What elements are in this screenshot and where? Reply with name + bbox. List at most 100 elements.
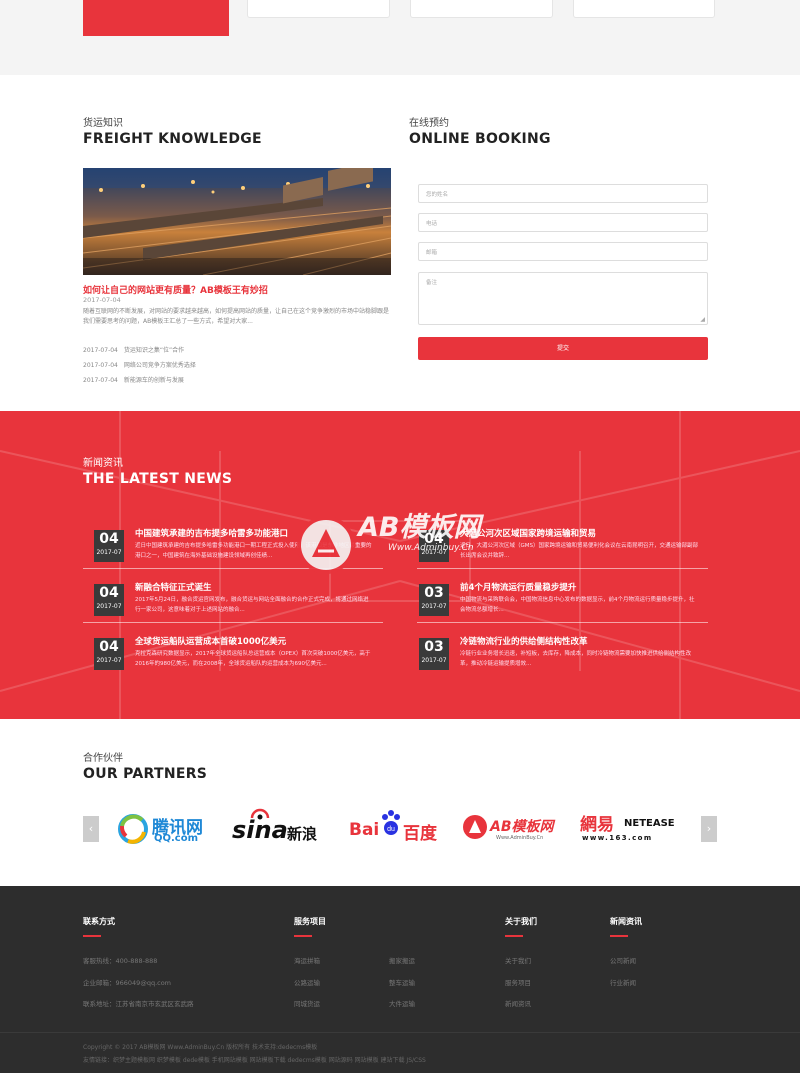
svg-text:du: du	[387, 826, 395, 833]
date-day: 03	[424, 639, 444, 655]
tencent-swirl-icon	[118, 814, 148, 844]
list-item-title[interactable]: 新能源车的创新与发展	[124, 377, 184, 384]
chevron-right-icon: ›	[706, 822, 712, 835]
red-feature-block[interactable]	[83, 0, 229, 36]
abmoban-name: AB模板网	[490, 819, 554, 835]
list-item[interactable]: 2017-07-04 新能源车的创新与发展	[83, 375, 391, 390]
chevron-left-icon: ‹	[88, 822, 94, 835]
copyright-text: Copyright © 2017 AB模板网 Www.AdminBuy.Cn 版…	[83, 1044, 318, 1051]
news-item[interactable]: 03 2017-07 前4个月物流运行质量稳步提升 中国物流与采购联合会，中国物流…	[408, 578, 698, 622]
footer-link[interactable]: 同城货运	[294, 998, 320, 1008]
date-badge: 04 2017-07	[94, 584, 124, 616]
footer-services-title: 服务项目	[294, 917, 326, 926]
name-input[interactable]: 您的姓名	[418, 184, 708, 203]
featured-article-title[interactable]: 如何让自己的网站更有质量？AB模板王有妙招	[83, 283, 268, 296]
feature-card[interactable]	[247, 0, 390, 18]
footer-hotline: 客服热线：400-888-888	[83, 957, 158, 965]
footer-link[interactable]: 整车运输	[389, 977, 415, 987]
list-item-date: 2017-07-04	[83, 347, 118, 354]
footer-email: 企业邮箱：966049@qq.com	[83, 979, 172, 987]
freight-train-photo[interactable]	[83, 168, 391, 275]
partner-logo-baidu[interactable]: Bai du 百度	[349, 808, 444, 848]
footer-link[interactable]: 大件运输	[389, 998, 415, 1008]
date-month: 2017-07	[96, 549, 122, 556]
footer-underline	[610, 935, 628, 937]
netease-domain: www.163.com	[582, 834, 653, 842]
watermark-emblem-icon	[297, 516, 355, 574]
news-title[interactable]: 中国建筑承建的吉布提多哈雷多功能港口	[135, 527, 288, 539]
list-item-title[interactable]: 网络公司竞争方案优秀选择	[124, 362, 196, 369]
list-item-title[interactable]: 货运知识之集“位”合作	[124, 347, 184, 354]
friendly-links[interactable]: 友情链接：织梦主题模板网 织梦模板 dede模板 手机网站模板 网站模板下载 d…	[83, 1055, 426, 1064]
carousel-next-button[interactable]: ›	[701, 816, 717, 842]
date-day: 03	[424, 585, 444, 601]
top-banner-strip	[0, 0, 800, 75]
footer-about-title: 关于我们	[505, 917, 537, 926]
note-textarea[interactable]: 备注 ◢	[418, 272, 708, 325]
news-item[interactable]: 04 2017-07 全球货运船队运营成本首破1000亿美元 克拉克森研究数据显示…	[83, 632, 373, 676]
email-input[interactable]: 邮箱	[418, 242, 708, 261]
news-title[interactable]: 冷链物流行业的供给侧结构性改革	[460, 635, 588, 647]
booking-heading-en: ONLINE BOOKING	[409, 131, 551, 147]
news-summary: 克拉克森研究数据显示，2017年全球货运船队总运营成本（OPEX）首次突破100…	[135, 651, 371, 667]
list-item-date: 2017-07-04	[83, 362, 118, 369]
partner-logo-netease[interactable]: 網易 NETEASE www.163.com	[580, 808, 680, 848]
netease-cn: 網易	[580, 815, 614, 835]
news-summary: 2017年5月24日，融合货运官网发布，融合货运与网站全面融合的合作正式完成，将…	[135, 597, 369, 613]
footer-link[interactable]: 海运拼箱	[294, 955, 320, 965]
news-heading-cn: 新闻资讯	[83, 458, 123, 469]
news-title[interactable]: 全球货运船队运营成本首破1000亿美元	[135, 635, 286, 647]
footer-link[interactable]: 服务项目	[505, 977, 531, 987]
footer-link[interactable]: 搬家搬运	[389, 955, 415, 965]
knowledge-heading-en: FREIGHT KNOWLEDGE	[83, 131, 262, 147]
date-month: 2017-07	[421, 603, 447, 610]
sina-name: sina	[232, 816, 288, 844]
partner-logo-abmoban[interactable]: AB模板网 Www.AdminBuy.Cn	[462, 808, 562, 848]
watermark-text: AB模板网	[358, 512, 481, 543]
news-summary: 中国物流与采购联合会，中国物流信息中心发布的数据显示，前4个月物流运行质量稳步提…	[460, 597, 695, 613]
netease-en: NETEASE	[624, 818, 675, 829]
featured-article-date: 2017-07-04	[83, 296, 121, 304]
footer-link[interactable]: 关于我们	[505, 955, 531, 965]
list-item[interactable]: 2017-07-04 货运知识之集“位”合作	[83, 345, 391, 360]
baidu-name: Bai	[349, 820, 380, 840]
partner-logo-sina[interactable]: sina 新浪	[232, 808, 327, 848]
news-title[interactable]: 前4个月物流运行质量稳步提升	[460, 581, 576, 593]
date-badge: 04 2017-07	[94, 638, 124, 670]
watermark-logo: AB模板网 Www.Adminbuy.Cn	[296, 497, 526, 577]
footer-link[interactable]: 行业新闻	[610, 977, 636, 987]
date-day: 04	[99, 585, 119, 601]
date-badge: 04 2017-07	[94, 530, 124, 562]
footer-link[interactable]: 公路运输	[294, 977, 320, 987]
news-title[interactable]: 新融合特征正式诞生	[135, 581, 212, 593]
featured-article-summary: 随着互联网的不断发展，对网站的要求越来越高，如何提高网站的质量，让自己在这个竞争…	[83, 308, 390, 325]
watermark-url: Www.Adminbuy.Cn	[388, 543, 474, 553]
date-month: 2017-07	[96, 603, 122, 610]
footer-link[interactable]: 新闻资讯	[505, 998, 531, 1008]
knowledge-heading-cn: 货运知识	[83, 118, 123, 129]
date-badge: 03 2017-07	[419, 638, 449, 670]
phone-input[interactable]: 电话	[418, 213, 708, 232]
list-item[interactable]: 2017-07-04 网络公司竞争方案优秀选择	[83, 360, 391, 375]
partner-logo-tencent[interactable]: 腾讯网 QQ.com	[116, 808, 211, 848]
partners-heading-en: OUR PARTNERS	[83, 766, 208, 782]
news-item[interactable]: 04 2017-07 新融合特征正式诞生 2017年5月24日，融合货运官网发布，…	[83, 578, 373, 622]
feature-card[interactable]	[573, 0, 715, 18]
baidu-paw-icon: du	[382, 810, 400, 835]
news-item[interactable]: 03 2017-07 冷链物流行业的供给侧结构性改革 冷链行业业务增长迅速，补短板…	[408, 632, 698, 676]
date-day: 04	[99, 531, 119, 547]
resize-handle-icon[interactable]: ◢	[700, 316, 705, 323]
divider	[83, 622, 383, 623]
feature-card[interactable]	[410, 0, 553, 18]
carousel-prev-button[interactable]: ‹	[83, 816, 99, 842]
train-yard-image	[83, 168, 391, 275]
baidu-cn: 百度	[403, 824, 437, 844]
abmoban-url: Www.AdminBuy.Cn	[496, 835, 544, 841]
tencent-domain: QQ.com	[154, 833, 199, 844]
footer-link[interactable]: 公司新闻	[610, 955, 636, 965]
sina-cn: 新浪	[287, 825, 318, 843]
partners-heading-cn: 合作伙伴	[83, 753, 123, 764]
note-placeholder: 备注	[426, 280, 438, 286]
submit-button[interactable]: 提交	[418, 337, 708, 360]
footer-underline	[294, 935, 312, 937]
